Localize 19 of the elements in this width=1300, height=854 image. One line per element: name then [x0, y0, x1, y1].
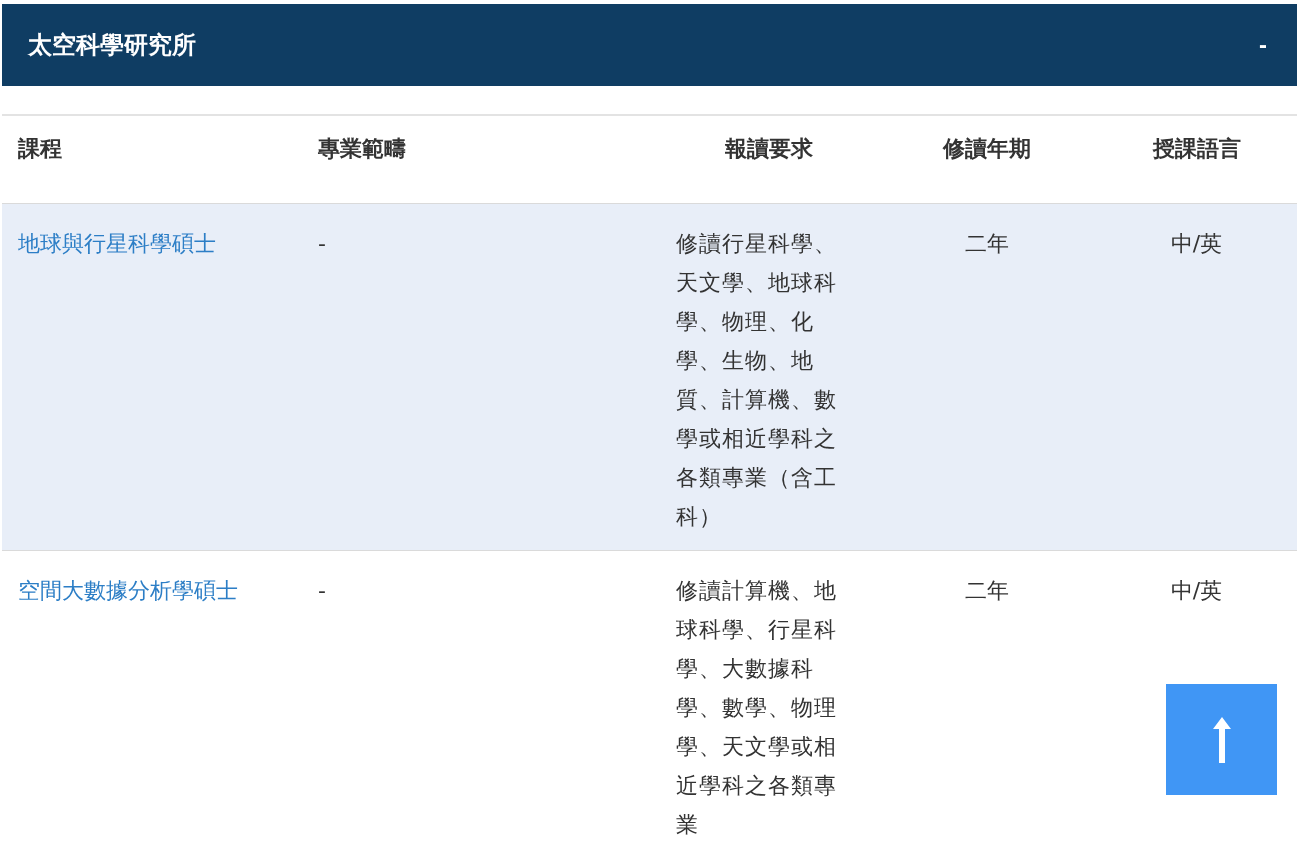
up-arrow-icon: [1211, 716, 1232, 763]
scroll-to-top-button[interactable]: [1166, 684, 1277, 795]
table-cell: -: [318, 577, 326, 603]
table-cell: 二年: [965, 577, 1009, 603]
requirements-text: 修讀行星科學、天文學、地球科學、物理、化學、生物、地質、計算機、數學或相近學科之各類專業（含工科）: [676, 229, 838, 531]
course-link[interactable]: 地球與行星科學碩士: [18, 230, 216, 256]
table-cell: 中/英: [1170, 577, 1223, 603]
column-header: 報讀要求: [660, 115, 878, 203]
column-header: 課程: [2, 115, 302, 203]
collapse-toggle[interactable]: -: [1255, 31, 1271, 59]
section-title: 太空科學研究所: [28, 30, 196, 61]
table-cell: 二年: [965, 230, 1009, 256]
table-cell: 中/英: [1170, 230, 1223, 256]
column-header: 修讀年期: [878, 115, 1096, 203]
course-link[interactable]: 空間大數據分析學碩士: [18, 577, 238, 603]
requirements-text: 修讀計算機、地球科學、行星科學、大數據科學、數學、物理學、天文學或相近學科之各類專業: [676, 576, 838, 839]
column-header: 授課語言: [1096, 115, 1297, 203]
table-cell: -: [318, 230, 326, 256]
column-header: 專業範疇: [302, 115, 660, 203]
